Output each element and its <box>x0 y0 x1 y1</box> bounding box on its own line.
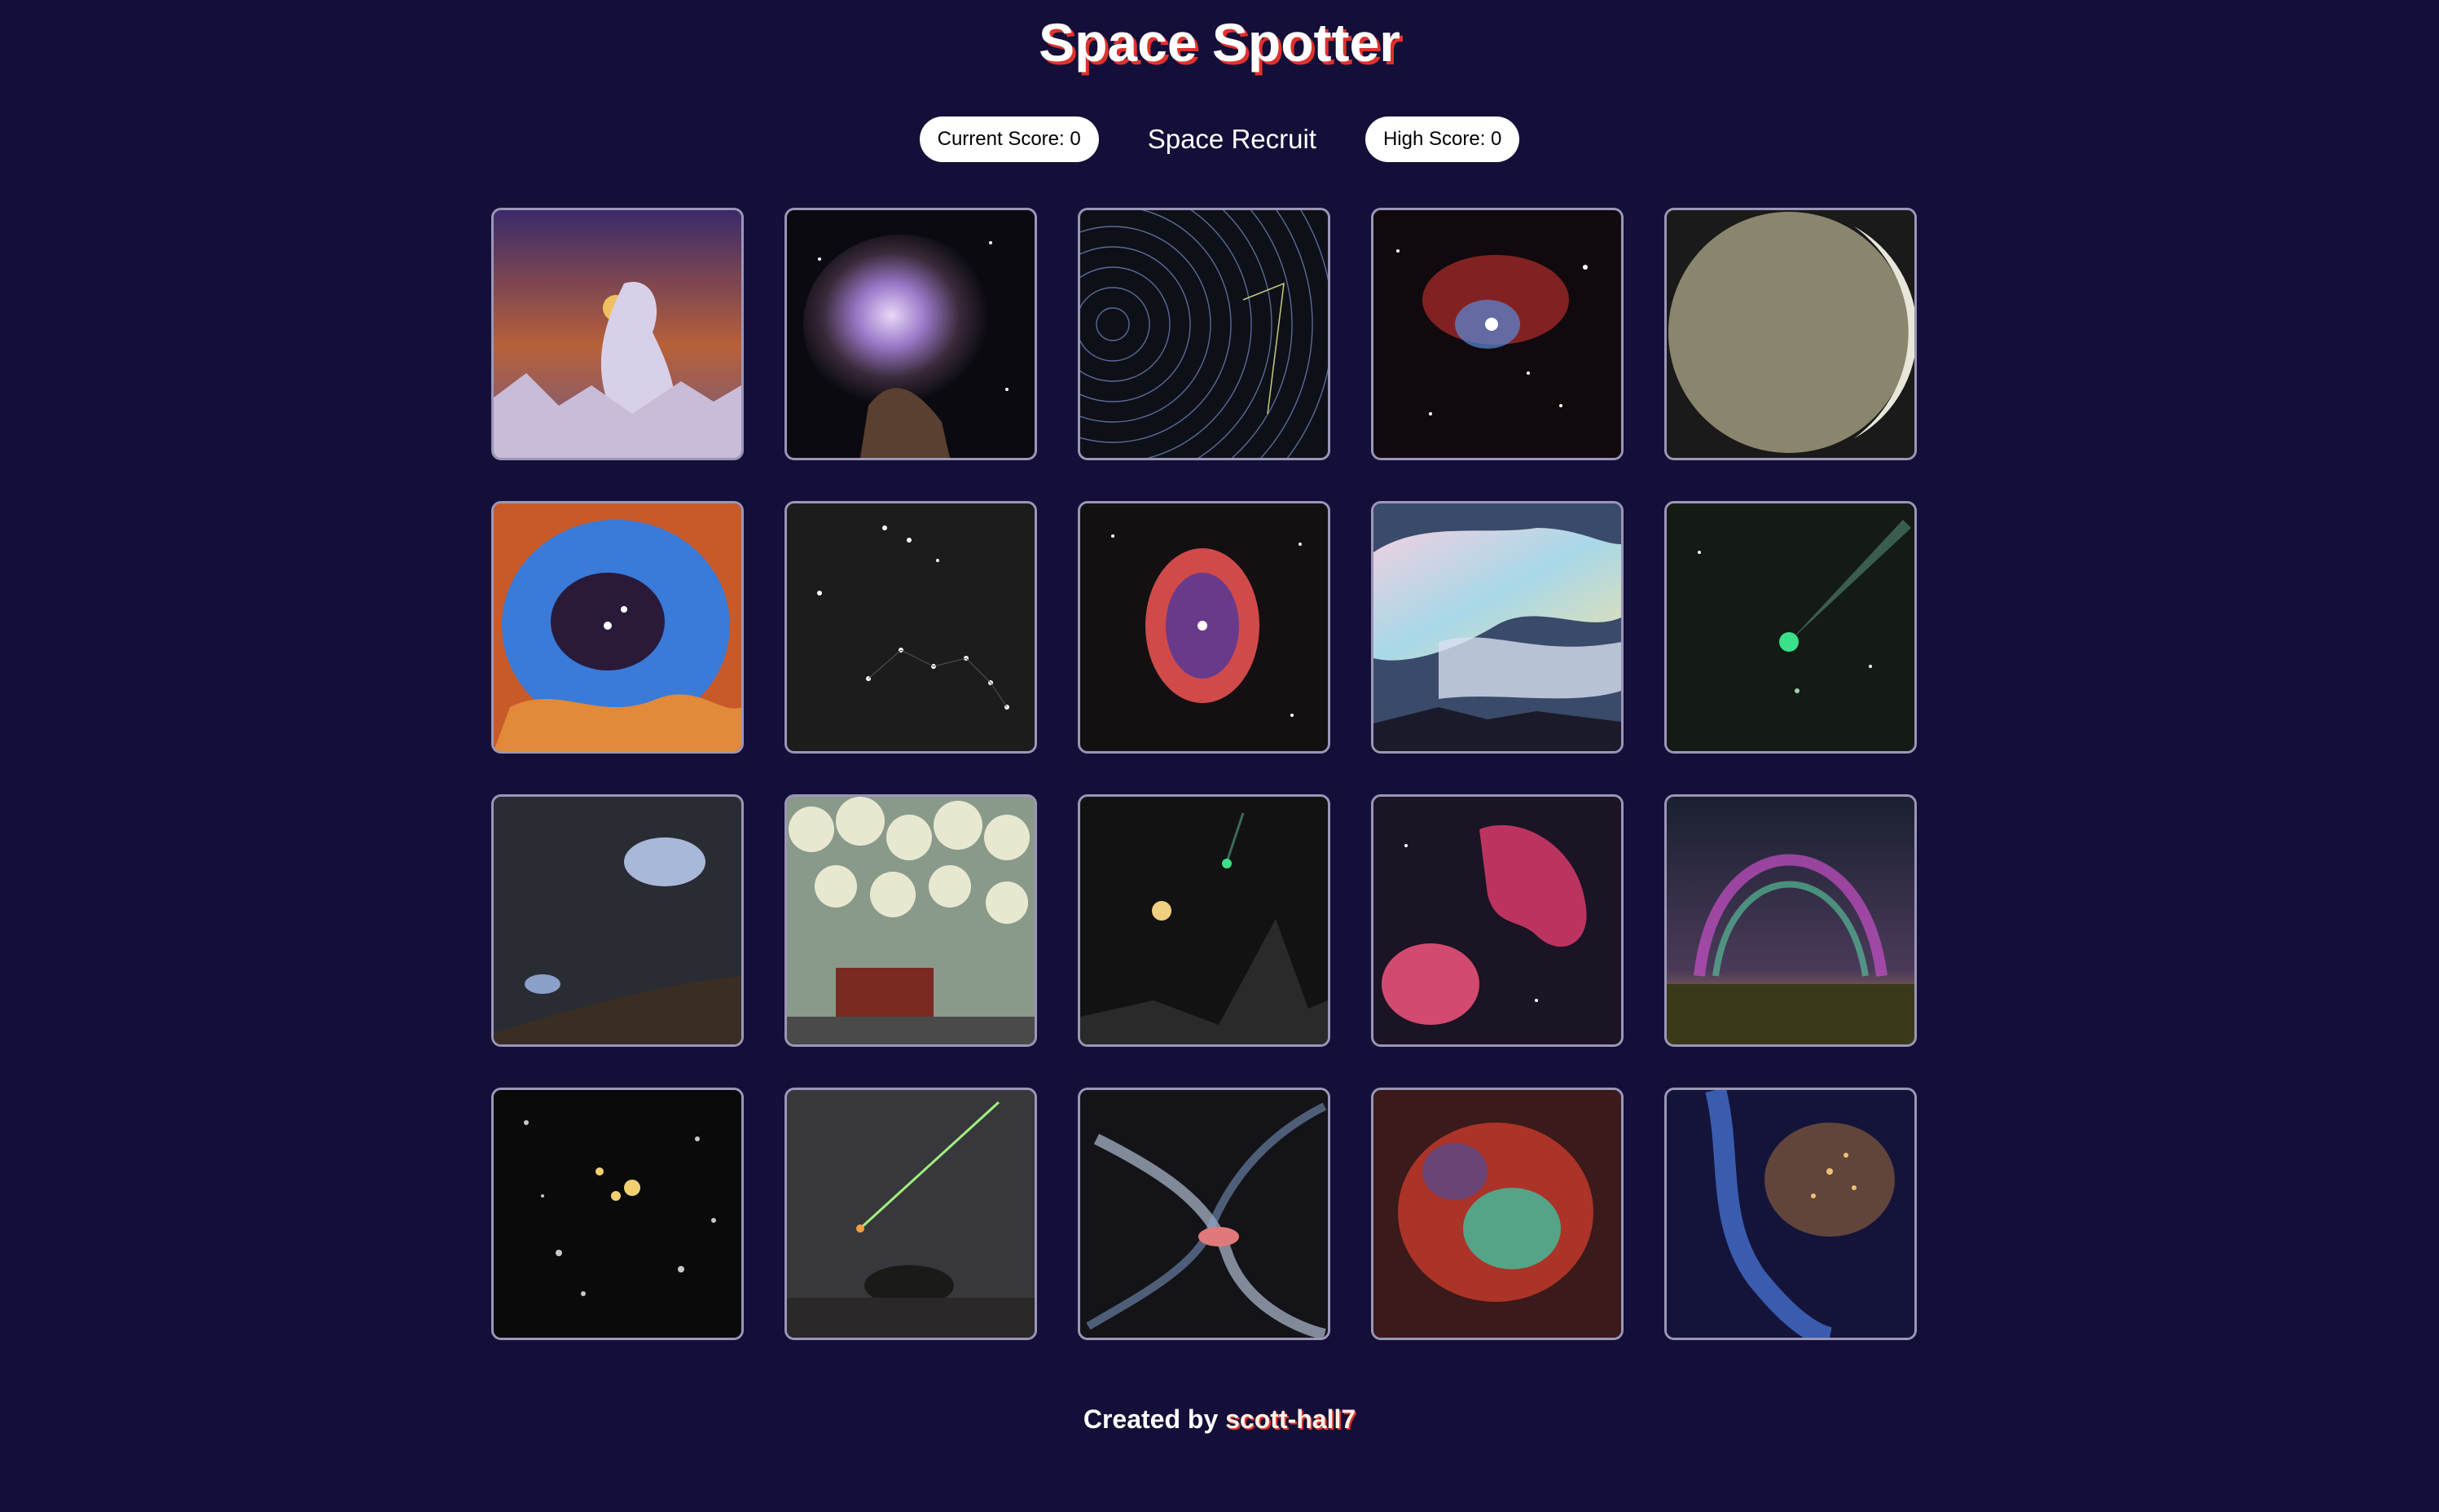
heart-nebula-image <box>1373 797 1621 1044</box>
card-image-1[interactable] <box>491 208 744 460</box>
green-comet-image <box>1667 503 1914 751</box>
card-grid <box>491 208 1920 1340</box>
footer-credit: Created by scott-hall7 <box>0 1404 2439 1435</box>
card-image-20[interactable] <box>1664 1088 1917 1340</box>
colorful-emission-nebula-image <box>1373 1090 1621 1338</box>
current-score-badge: Current Score: 0 <box>919 116 1099 162</box>
barred-spiral-galaxy-image <box>1080 1090 1328 1338</box>
card-image-3[interactable] <box>1078 208 1330 460</box>
card-image-17[interactable] <box>784 1088 1037 1340</box>
mammatus-clouds-image <box>787 797 1035 1044</box>
red-nebula-starfield-image <box>1373 210 1621 458</box>
galaxy-cluster-image <box>494 1090 741 1338</box>
meteor-over-tree-image <box>787 1090 1035 1338</box>
high-score-badge: High Score: 0 <box>1365 116 1520 162</box>
card-image-5[interactable] <box>1664 208 1917 460</box>
card-image-2[interactable] <box>784 208 1037 460</box>
card-image-8[interactable] <box>1078 501 1330 754</box>
card-image-19[interactable] <box>1371 1088 1624 1340</box>
card-image-18[interactable] <box>1078 1088 1330 1340</box>
card-image-13[interactable] <box>1078 794 1330 1047</box>
card-image-15[interactable] <box>1664 794 1917 1047</box>
galaxies-over-hill-image <box>494 797 741 1044</box>
rank-label: Space Recruit <box>1147 124 1316 154</box>
big-dipper-little-dipper-image <box>787 503 1035 751</box>
card-image-16[interactable] <box>491 1088 744 1340</box>
star-trails-image <box>1080 210 1328 458</box>
card-image-10[interactable] <box>1664 501 1917 754</box>
card-image-4[interactable] <box>1371 208 1624 460</box>
card-image-7[interactable] <box>784 501 1037 754</box>
red-shell-nebula-image <box>1080 503 1328 751</box>
nacreous-clouds-image <box>1373 503 1621 751</box>
card-image-9[interactable] <box>1371 501 1624 754</box>
scoreboard: Current Score: 0 Space Recruit High Scor… <box>0 116 2439 162</box>
footer-prefix: Created by <box>1083 1404 1226 1434</box>
card-image-11[interactable] <box>491 794 744 1047</box>
card-image-12[interactable] <box>784 794 1037 1047</box>
author-link[interactable]: scott-hall7 <box>1225 1404 1356 1434</box>
page-title: Space Spotter <box>1039 12 1400 73</box>
app-root: Space Spotter Current Score: 0 Space Rec… <box>0 0 2439 1512</box>
alien-rock-landscape-image <box>494 210 741 458</box>
card-image-6[interactable] <box>491 501 744 754</box>
card-image-14[interactable] <box>1371 794 1624 1047</box>
moon-enceladus-image <box>1667 210 1914 458</box>
rosette-nebula-image <box>494 503 741 751</box>
aurora-arc-image <box>1667 797 1914 1044</box>
blue-star-cluster-image <box>1667 1090 1914 1338</box>
comet-over-matterhorn-image <box>1080 797 1328 1044</box>
orion-nebula-image <box>787 210 1035 458</box>
